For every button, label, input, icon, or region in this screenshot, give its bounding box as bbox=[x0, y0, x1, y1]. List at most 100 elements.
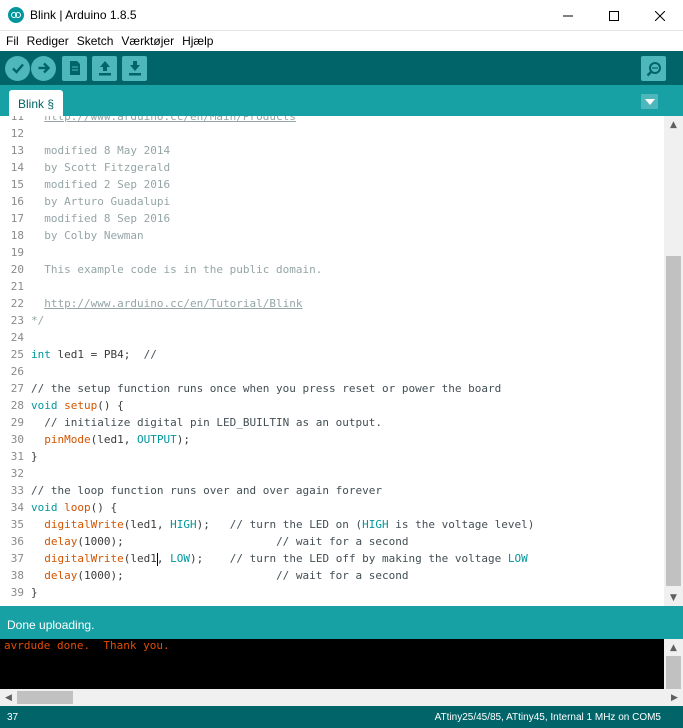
code-text: // initialize digital pin LED_BUILTIN as… bbox=[31, 416, 382, 429]
code-line: 27 // the setup function runs once when y… bbox=[0, 380, 664, 397]
code-line: 12 bbox=[0, 125, 664, 142]
code-text: This example code is in the public domai… bbox=[31, 263, 323, 276]
line-number: 12 bbox=[10, 127, 24, 140]
menu-file[interactable]: Fil bbox=[2, 34, 23, 48]
tab-blink[interactable]: Blink § bbox=[9, 90, 64, 118]
line-number: 32 bbox=[10, 467, 24, 480]
code-text: by Colby Newman bbox=[31, 229, 144, 242]
console-vertical-scrollbar[interactable]: ▲ bbox=[664, 639, 683, 689]
scroll-right-arrow-icon[interactable]: ▶ bbox=[666, 689, 683, 706]
code-editor[interactable]: 11 http://www.arduino.cc/en/Main/Product… bbox=[0, 116, 683, 606]
scroll-left-arrow-icon[interactable]: ◀ bbox=[0, 689, 17, 706]
line-number: 31 bbox=[10, 450, 24, 463]
code-line: 13 modified 8 May 2014 bbox=[0, 142, 664, 159]
menu-sketch[interactable]: Sketch bbox=[73, 34, 118, 48]
line-number: 11 bbox=[10, 116, 24, 123]
code-text: modified 2 Sep 2016 bbox=[31, 178, 171, 191]
code-line: 37 digitalWrite(led1, LOW); // turn the … bbox=[0, 550, 664, 567]
code-line: 30 pinMode(led1, OUTPUT); bbox=[0, 431, 664, 448]
line-number: 28 bbox=[10, 399, 24, 412]
menu-tools[interactable]: Værktøjer bbox=[117, 34, 178, 48]
code-line: 16 by Arturo Guadalupi bbox=[0, 193, 664, 210]
code-line: 22 http://www.arduino.cc/en/Tutorial/Bli… bbox=[0, 295, 664, 312]
serial-monitor-button[interactable] bbox=[641, 56, 666, 81]
code-text: // the setup function runs once when you… bbox=[31, 382, 502, 395]
console-scroll-up-arrow-icon[interactable]: ▲ bbox=[664, 639, 683, 656]
menu-help[interactable]: Hjælp bbox=[178, 34, 217, 48]
line-number: 36 bbox=[10, 535, 24, 548]
verify-button[interactable] bbox=[5, 55, 30, 81]
line-number: 16 bbox=[10, 195, 24, 208]
scroll-up-arrow-icon[interactable]: ▲ bbox=[664, 116, 683, 133]
line-number: 33 bbox=[10, 484, 24, 497]
minimize-button[interactable] bbox=[545, 0, 591, 31]
open-button[interactable] bbox=[92, 55, 117, 81]
line-number: 13 bbox=[10, 144, 24, 157]
code-line: 32 bbox=[0, 465, 664, 482]
code-text: // the loop function runs over and over … bbox=[31, 484, 382, 497]
maximize-icon bbox=[609, 10, 619, 21]
save-button[interactable] bbox=[122, 55, 147, 81]
console-output[interactable]: avrdude done. Thank you. ▲ bbox=[0, 639, 683, 689]
line-number: 15 bbox=[10, 178, 24, 191]
editor-vertical-scrollbar[interactable]: ▲ ▼ bbox=[664, 116, 683, 606]
close-icon bbox=[655, 10, 665, 21]
upload-button[interactable] bbox=[31, 55, 56, 81]
line-number: 29 bbox=[10, 416, 24, 429]
code-text: modified 8 Sep 2016 bbox=[31, 212, 171, 225]
menu-edit[interactable]: Rediger bbox=[23, 34, 73, 48]
code-line: 26 bbox=[0, 363, 664, 380]
window-controls bbox=[545, 0, 683, 31]
verify-icon bbox=[11, 63, 24, 74]
code-line: 25 int led1 = PB4; // bbox=[0, 346, 664, 363]
save-icon bbox=[128, 61, 141, 76]
code-line: 11 http://www.arduino.cc/en/Main/Product… bbox=[0, 116, 664, 125]
line-number: 23 bbox=[10, 314, 24, 327]
code-line: 23 */ bbox=[0, 312, 664, 329]
code-line: 35 digitalWrite(led1, HIGH); // turn the… bbox=[0, 516, 664, 533]
menu-bar: Fil Rediger Sketch Værktøjer Hjælp bbox=[0, 31, 683, 51]
serial-monitor-icon bbox=[646, 61, 661, 76]
code-line: 29 // initialize digital pin LED_BUILTIN… bbox=[0, 414, 664, 431]
toolbar bbox=[0, 51, 683, 85]
tab-label: Blink § bbox=[18, 97, 55, 111]
new-icon bbox=[69, 61, 80, 75]
code-line: 38 delay(1000); // wait for a second bbox=[0, 567, 664, 584]
maximize-button[interactable] bbox=[591, 0, 637, 31]
open-icon bbox=[98, 61, 111, 76]
code-text: by Arturo Guadalupi bbox=[31, 195, 171, 208]
code-text: } bbox=[31, 450, 38, 463]
code-text: void setup() { bbox=[31, 399, 124, 412]
code-text: http://www.arduino.cc/en/Tutorial/Blink bbox=[44, 297, 303, 310]
code-line: 21 bbox=[0, 278, 664, 295]
line-number: 24 bbox=[10, 331, 24, 344]
code-text: */ bbox=[31, 314, 45, 327]
upload-icon bbox=[38, 62, 50, 74]
close-button[interactable] bbox=[637, 0, 683, 31]
line-number: 38 bbox=[10, 569, 24, 582]
line-number: 21 bbox=[10, 280, 24, 293]
scroll-down-arrow-icon[interactable]: ▼ bbox=[664, 589, 683, 606]
line-number: 34 bbox=[10, 501, 24, 514]
code-text: pinMode(led1, OUTPUT); bbox=[44, 433, 190, 446]
new-button[interactable] bbox=[62, 55, 87, 81]
code-line: 34 void loop() { bbox=[0, 499, 664, 516]
code-line: 15 modified 2 Sep 2016 bbox=[0, 176, 664, 193]
window-title: Blink | Arduino 1.8.5 bbox=[30, 8, 137, 22]
code-text: int led1 = PB4; // bbox=[31, 348, 157, 361]
horizontal-scroll-thumb[interactable] bbox=[17, 691, 73, 704]
tab-menu-dropdown[interactable] bbox=[641, 94, 658, 109]
console-horizontal-scrollbar[interactable]: ◀ ▶ bbox=[0, 689, 683, 706]
line-number: 17 bbox=[10, 212, 24, 225]
code-text: delay(1000); // wait for a second bbox=[44, 569, 409, 582]
console-scroll-thumb[interactable] bbox=[666, 656, 681, 689]
editor-scroll-thumb[interactable] bbox=[666, 256, 681, 586]
arduino-logo-icon bbox=[8, 7, 24, 23]
title-bar: Blink | Arduino 1.8.5 bbox=[0, 0, 683, 31]
code-text: } bbox=[31, 586, 38, 599]
line-number: 22 bbox=[10, 297, 24, 310]
